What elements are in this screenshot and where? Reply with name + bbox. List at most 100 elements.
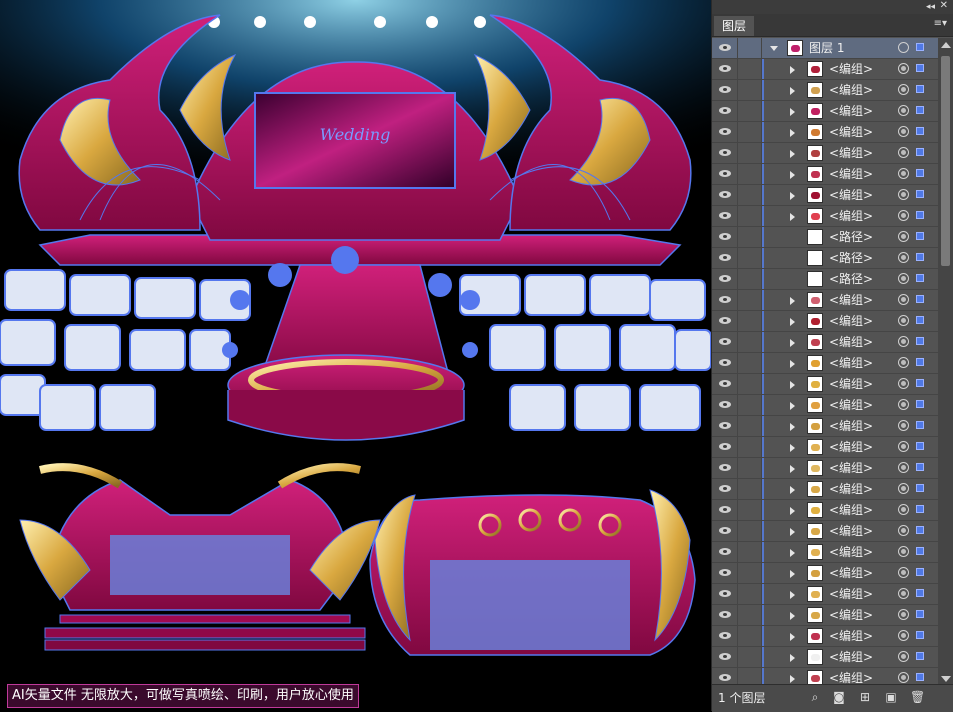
lock-toggle[interactable] <box>738 416 762 436</box>
disclosure-triangle-icon[interactable] <box>790 591 795 599</box>
lock-toggle[interactable] <box>738 563 762 583</box>
target-circle-icon[interactable] <box>898 42 909 53</box>
visibility-toggle[interactable] <box>712 311 738 331</box>
visibility-toggle[interactable] <box>712 290 738 310</box>
layer-name[interactable]: <编组> <box>829 418 873 434</box>
layer-name[interactable]: <编组> <box>829 82 873 98</box>
sublayer-row[interactable]: <编组> <box>712 437 938 458</box>
lock-toggle[interactable] <box>738 605 762 625</box>
visibility-toggle[interactable] <box>712 101 738 121</box>
layer-name[interactable]: <编组> <box>829 439 873 455</box>
visibility-toggle[interactable] <box>712 122 738 142</box>
target-circle-icon[interactable] <box>898 609 909 620</box>
sublayer-row[interactable]: <编组> <box>712 353 938 374</box>
target-circle-icon[interactable] <box>898 378 909 389</box>
lock-toggle[interactable] <box>738 248 762 268</box>
disclosure-triangle-icon[interactable] <box>790 402 795 410</box>
sublayer-row[interactable]: <编组> <box>712 458 938 479</box>
selection-indicator[interactable] <box>916 673 924 681</box>
visibility-toggle[interactable] <box>712 227 738 247</box>
new-layer-icon[interactable]: ▣ <box>884 690 898 704</box>
selection-indicator[interactable] <box>916 43 924 51</box>
sublayer-row[interactable]: <编组> <box>712 542 938 563</box>
layer-name[interactable]: <编组> <box>829 313 873 329</box>
scroll-down-arrow-icon[interactable] <box>941 676 951 682</box>
lock-toggle[interactable] <box>738 227 762 247</box>
visibility-toggle[interactable] <box>712 647 738 667</box>
lock-toggle[interactable] <box>738 626 762 646</box>
disclosure-triangle-icon[interactable] <box>790 150 795 158</box>
layer-name[interactable]: <编组> <box>829 607 873 623</box>
disclosure-triangle-icon[interactable] <box>790 318 795 326</box>
selection-indicator[interactable] <box>916 631 924 639</box>
disclosure-triangle-icon[interactable] <box>790 465 795 473</box>
target-circle-icon[interactable] <box>898 168 909 179</box>
lock-toggle[interactable] <box>738 479 762 499</box>
visibility-toggle[interactable] <box>712 626 738 646</box>
layer-name[interactable]: 图层 1 <box>809 40 844 56</box>
make-clipping-mask-icon[interactable]: ◙ <box>832 690 846 704</box>
disclosure-triangle-icon[interactable] <box>790 507 795 515</box>
layer-name[interactable]: <编组> <box>829 586 873 602</box>
sublayer-row[interactable]: <编组> <box>712 206 938 227</box>
delete-icon[interactable]: 🗑 <box>910 690 925 704</box>
selection-indicator[interactable] <box>916 379 924 387</box>
sublayer-row[interactable]: <编组> <box>712 521 938 542</box>
target-circle-icon[interactable] <box>898 105 909 116</box>
layer-name[interactable]: <编组> <box>829 544 873 560</box>
layer-list[interactable]: 图层 1 <编组> <编组> <编组> <编组> <编组> <编组> <编组> <编组> <路径>… <box>712 38 938 686</box>
disclosure-triangle-icon[interactable] <box>790 423 795 431</box>
disclosure-triangle-icon[interactable] <box>790 633 795 641</box>
selection-indicator[interactable] <box>916 232 924 240</box>
lock-toggle[interactable] <box>738 395 762 415</box>
lock-toggle[interactable] <box>738 521 762 541</box>
disclosure-triangle-icon[interactable] <box>790 486 795 494</box>
sublayer-row[interactable]: <路径> <box>712 227 938 248</box>
tab-layers[interactable]: 图层 <box>714 16 755 36</box>
sublayer-row[interactable]: <编组> <box>712 80 938 101</box>
sublayer-row[interactable]: <编组> <box>712 416 938 437</box>
sublayer-row[interactable]: <编组> <box>712 311 938 332</box>
visibility-toggle[interactable] <box>712 38 738 58</box>
layer-name[interactable]: <编组> <box>829 481 873 497</box>
sublayer-row[interactable]: <编组> <box>712 185 938 206</box>
target-circle-icon[interactable] <box>898 210 909 221</box>
sublayer-row[interactable]: <编组> <box>712 500 938 521</box>
selection-indicator[interactable] <box>916 253 924 261</box>
disclosure-triangle-icon[interactable] <box>790 192 795 200</box>
layer-name[interactable]: <编组> <box>829 565 873 581</box>
selection-indicator[interactable] <box>916 547 924 555</box>
double-chevron-icon[interactable]: ◂◂ <box>926 1 935 13</box>
lock-toggle[interactable] <box>738 269 762 289</box>
visibility-toggle[interactable] <box>712 59 738 79</box>
visibility-toggle[interactable] <box>712 248 738 268</box>
lock-toggle[interactable] <box>738 353 762 373</box>
target-circle-icon[interactable] <box>898 588 909 599</box>
lock-toggle[interactable] <box>738 185 762 205</box>
sublayer-row[interactable]: <编组> <box>712 647 938 668</box>
selection-indicator[interactable] <box>916 610 924 618</box>
sublayer-row[interactable]: <编组> <box>712 290 938 311</box>
selection-indicator[interactable] <box>916 421 924 429</box>
disclosure-triangle-icon[interactable] <box>790 108 795 116</box>
layer-name[interactable]: <路径> <box>829 229 873 245</box>
target-circle-icon[interactable] <box>898 273 909 284</box>
artboard-canvas[interactable]: Wedding AI矢量文件 无限放大，可做写真喷绘、印刷，用户放心使用 <box>0 0 711 711</box>
target-circle-icon[interactable] <box>898 231 909 242</box>
layer-name[interactable]: <编组> <box>829 376 873 392</box>
layer-name[interactable]: <编组> <box>829 355 873 371</box>
visibility-toggle[interactable] <box>712 185 738 205</box>
selection-indicator[interactable] <box>916 85 924 93</box>
layer-name[interactable]: <编组> <box>829 166 873 182</box>
visibility-toggle[interactable] <box>712 374 738 394</box>
sublayer-row[interactable]: <路径> <box>712 269 938 290</box>
selection-indicator[interactable] <box>916 190 924 198</box>
layer-name[interactable]: <编组> <box>829 460 873 476</box>
layer-name[interactable]: <路径> <box>829 271 873 287</box>
lock-toggle[interactable] <box>738 647 762 667</box>
new-sublayer-icon[interactable]: ⊞ <box>858 690 872 704</box>
layer-name[interactable]: <编组> <box>829 334 873 350</box>
lock-toggle[interactable] <box>738 80 762 100</box>
visibility-toggle[interactable] <box>712 269 738 289</box>
layer-name[interactable]: <编组> <box>829 292 873 308</box>
